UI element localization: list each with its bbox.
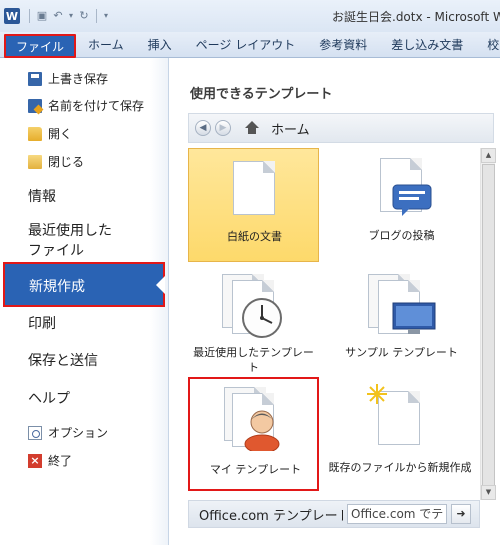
customize-qat-icon[interactable]: ▾: [102, 9, 110, 23]
undo-icon[interactable]: ↶: [51, 9, 65, 23]
office-templates-label: Office.com テンプレート: [199, 508, 343, 524]
template-grid: 白紙の文書 ブログの投稿 最近使用したテンプレート サンプル テンプレート マイ…: [188, 148, 478, 500]
tab-insert[interactable]: 挿入: [136, 32, 184, 58]
close-command[interactable]: 閉じる: [28, 153, 84, 170]
templates-heading: 使用できるテンプレート: [190, 87, 333, 102]
home-icon[interactable]: [245, 121, 259, 135]
scroll-thumb[interactable]: [482, 164, 495, 486]
tile-recent-templates[interactable]: 最近使用したテンプレート: [188, 266, 319, 380]
tile-blog-post[interactable]: ブログの投稿: [336, 148, 467, 262]
clock-icon: [242, 298, 282, 338]
exit-command[interactable]: × 終了: [28, 452, 72, 469]
nav-info[interactable]: 情報: [28, 186, 56, 206]
sparkle-icon: [367, 384, 387, 404]
close-label: 閉じる: [48, 155, 85, 169]
search-go-button[interactable]: ➜: [451, 504, 471, 524]
tab-page-layout[interactable]: ページ レイアウト: [184, 32, 308, 58]
options-icon: [28, 425, 42, 440]
template-navigation-bar: ◀ ▶ ホーム: [188, 113, 494, 143]
tile-sample-templates[interactable]: サンプル テンプレート: [336, 266, 467, 380]
tile-label: サンプル テンプレート: [345, 346, 458, 359]
tab-references[interactable]: 参考資料: [307, 32, 379, 58]
save-icon[interactable]: ▣: [35, 9, 49, 23]
tab-mailings[interactable]: 差し込み文書: [379, 32, 475, 58]
monitor-icon: [392, 302, 436, 334]
tile-blank-document[interactable]: 白紙の文書: [188, 148, 319, 262]
nav-new[interactable]: 新規作成: [3, 262, 165, 307]
selection-arrow-icon: [156, 276, 165, 294]
user-icon: [244, 410, 280, 451]
template-scrollbar[interactable]: ▲ ▼: [480, 148, 496, 500]
options-command[interactable]: オプション: [28, 424, 108, 441]
back-button[interactable]: ◀: [195, 120, 211, 136]
office-templates-bar: Office.com テンプレート ➜: [188, 500, 480, 528]
exit-icon: ×: [28, 453, 42, 468]
save-as-label: 名前を付けて保存: [48, 99, 145, 113]
scroll-down-icon[interactable]: ▼: [481, 485, 496, 500]
nav-new-label: 新規作成: [29, 279, 85, 295]
ribbon-tabs: ファイル ホーム 挿入 ページ レイアウト 参考資料 差し込み文書 校閲: [0, 32, 500, 58]
word-app-icon[interactable]: W: [4, 8, 20, 24]
blank-document-icon: [233, 161, 275, 215]
toolbar-separator: [29, 9, 30, 23]
tile-label: 白紙の文書: [227, 230, 282, 243]
office-search-input[interactable]: [347, 504, 447, 524]
tile-my-templates[interactable]: マイ テンプレート: [188, 377, 319, 491]
dropdown-icon[interactable]: ▾: [67, 9, 75, 23]
tab-home[interactable]: ホーム: [76, 32, 136, 58]
quick-access-toolbar: ▣ ↶ ▾ ↻ ▾: [26, 9, 110, 23]
tab-file[interactable]: ファイル: [4, 33, 77, 58]
title-bar: W ▣ ↶ ▾ ↻ ▾ お誕生日会.dotx - Microsoft Wo: [0, 0, 500, 32]
nav-save-send[interactable]: 保存と送信: [28, 350, 98, 370]
tile-label: 既存のファイルから新規作成: [328, 461, 472, 474]
tile-label: ブログの投稿: [368, 229, 435, 242]
nav-location[interactable]: ホーム: [271, 119, 310, 138]
speech-bubble-icon: [392, 184, 432, 216]
scroll-up-icon[interactable]: ▲: [481, 148, 496, 163]
open-command[interactable]: 開く: [28, 125, 72, 142]
nav-help[interactable]: ヘルプ: [28, 388, 70, 408]
nav-print[interactable]: 印刷: [28, 313, 56, 333]
tab-review[interactable]: 校閲: [475, 32, 500, 58]
open-folder-icon: [28, 126, 42, 141]
tile-label: 最近使用したテンプレート: [193, 346, 314, 374]
save-as-icon: [28, 98, 42, 113]
exit-label: 終了: [48, 454, 73, 468]
nav-recent[interactable]: 最近使用した ファイル: [28, 221, 112, 261]
forward-button[interactable]: ▶: [215, 120, 231, 136]
save-icon: [28, 71, 42, 86]
options-label: オプション: [48, 426, 109, 440]
tile-label: マイ テンプレート: [209, 463, 302, 476]
save-as-command[interactable]: 名前を付けて保存: [28, 97, 144, 114]
close-folder-icon: [28, 154, 42, 169]
window-title: お誕生日会.dotx - Microsoft Wo: [332, 10, 500, 24]
save-command[interactable]: 上書き保存: [28, 70, 108, 87]
save-label: 上書き保存: [48, 72, 109, 86]
open-label: 開く: [48, 127, 73, 141]
redo-icon[interactable]: ↻: [77, 9, 91, 23]
toolbar-separator: [96, 9, 97, 23]
tile-new-from-existing[interactable]: 既存のファイルから新規作成: [322, 377, 478, 491]
